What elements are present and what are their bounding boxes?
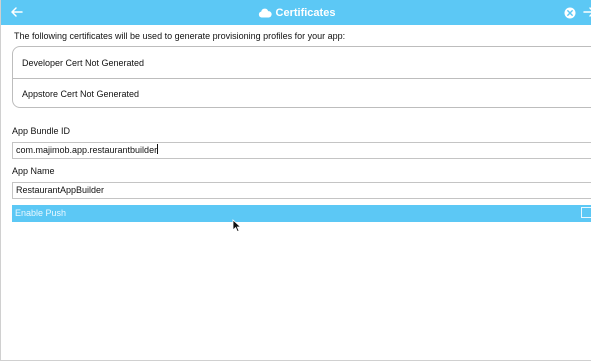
intro-text: The following certificates will be used … bbox=[14, 31, 346, 41]
enable-push-row[interactable]: Enable Push bbox=[12, 205, 591, 222]
certificates-window: Certificates The following certificates … bbox=[0, 0, 591, 361]
title-bar: Certificates bbox=[1, 0, 591, 25]
app-name-field[interactable]: RestaurantAppBuilder bbox=[12, 182, 591, 199]
appstore-cert-item[interactable]: Appstore Cert Not Generated bbox=[13, 79, 591, 109]
mouse-pointer-icon bbox=[232, 219, 242, 233]
bundle-id-value: com.majimob.app.restaurantbuilder bbox=[16, 145, 158, 155]
cloud-icon bbox=[258, 8, 272, 18]
enable-push-label: Enable Push bbox=[15, 208, 67, 218]
close-circle-icon[interactable] bbox=[564, 6, 576, 19]
arrow-right-icon[interactable] bbox=[582, 5, 591, 19]
developer-cert-item[interactable]: Developer Cert Not Generated bbox=[13, 48, 591, 79]
certificate-list: Developer Cert Not Generated Appstore Ce… bbox=[12, 46, 591, 108]
enable-push-checkbox[interactable] bbox=[581, 207, 591, 218]
bundle-id-label: App Bundle ID bbox=[12, 126, 71, 136]
window-title: Certificates bbox=[1, 0, 591, 25]
bundle-id-field[interactable]: com.majimob.app.restaurantbuilder bbox=[12, 142, 591, 159]
window-title-text: Certificates bbox=[275, 6, 336, 19]
text-caret bbox=[157, 144, 159, 154]
app-name-label: App Name bbox=[12, 166, 55, 176]
app-name-value: RestaurantAppBuilder bbox=[16, 185, 105, 195]
